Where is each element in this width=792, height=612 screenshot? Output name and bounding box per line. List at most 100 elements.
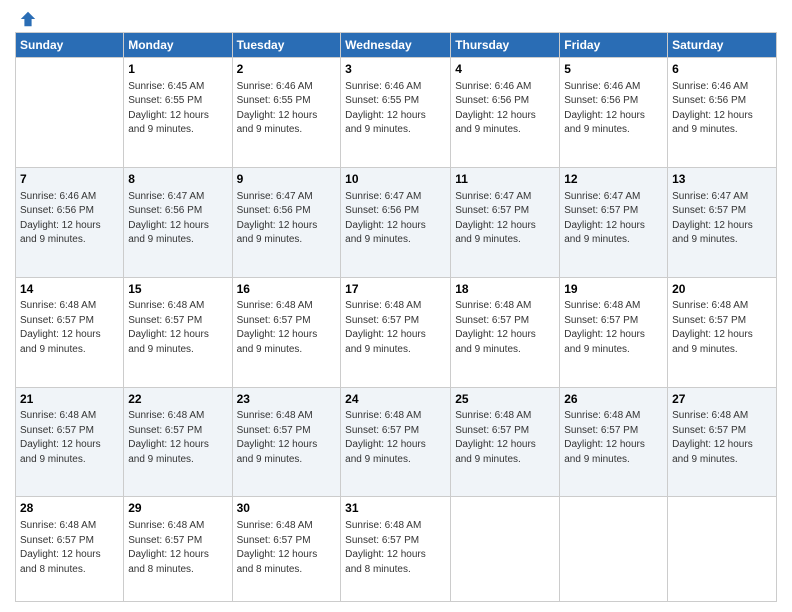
calendar-cell [16,58,124,168]
day-number: 26 [564,391,663,408]
day-info: Sunrise: 6:47 AMSunset: 6:56 PMDaylight:… [128,190,227,248]
day-info: Sunrise: 6:48 AMSunset: 6:57 PMDaylight:… [672,299,772,357]
calendar-cell: 5Sunrise: 6:46 AMSunset: 6:56 PMDaylight… [560,58,668,168]
day-info: Sunrise: 6:47 AMSunset: 6:56 PMDaylight:… [237,190,337,248]
day-number: 21 [20,391,119,408]
day-number: 14 [20,281,119,298]
day-number: 13 [672,171,772,188]
day-number: 25 [455,391,555,408]
day-info: Sunrise: 6:48 AMSunset: 6:57 PMDaylight:… [564,409,663,467]
day-info: Sunrise: 6:48 AMSunset: 6:57 PMDaylight:… [20,519,119,577]
calendar-cell: 19Sunrise: 6:48 AMSunset: 6:57 PMDayligh… [560,277,668,387]
day-info: Sunrise: 6:48 AMSunset: 6:57 PMDaylight:… [237,299,337,357]
header-row: SundayMondayTuesdayWednesdayThursdayFrid… [16,33,777,58]
day-info: Sunrise: 6:46 AMSunset: 6:56 PMDaylight:… [20,190,119,248]
calendar-cell: 27Sunrise: 6:48 AMSunset: 6:57 PMDayligh… [668,387,777,497]
calendar-cell: 26Sunrise: 6:48 AMSunset: 6:57 PMDayligh… [560,387,668,497]
week-row-3: 14 Sunrise: 6:48 AMSunset: 6:57 PMDayligh… [16,277,777,387]
day-number: 27 [672,391,772,408]
day-number: 2 [237,61,337,78]
calendar-cell: 25Sunrise: 6:48 AMSunset: 6:57 PMDayligh… [451,387,560,497]
header-day-thursday: Thursday [451,33,560,58]
calendar-cell: 12 Sunrise: 6:47 AMSunset: 6:57 PMDayligh… [560,167,668,277]
calendar-cell: 14Sunrise: 6:48 AMSunset: 6:57 PMDayligh… [16,277,124,387]
day-number: 11 [455,171,555,188]
day-info: Sunrise: 6:46 AMSunset: 6:55 PMDaylight:… [345,80,446,138]
day-number: 15 [128,281,227,298]
day-info: Sunrise: 6:48 AMSunset: 6:57 PMDaylight:… [128,299,227,357]
day-number: 7 [20,171,119,188]
header-day-wednesday: Wednesday [341,33,451,58]
calendar-cell: 16Sunrise: 6:48 AMSunset: 6:57 PMDayligh… [232,277,341,387]
header-day-friday: Friday [560,33,668,58]
day-number: 28 [20,500,119,517]
day-info: Sunrise: 6:48 AMSunset: 6:57 PMDaylight:… [672,409,772,467]
day-number: 8 [128,171,227,188]
day-number: 18 [455,281,555,298]
header-day-sunday: Sunday [16,33,124,58]
calendar-cell: 1 Sunrise: 6:45 AMSunset: 6:55 PMDaylight… [124,58,232,168]
day-info: Sunrise: 6:48 AMSunset: 6:57 PMDaylight:… [455,299,555,357]
week-row-5: 28 Sunrise: 6:48 AMSunset: 6:57 PMDayligh… [16,497,777,602]
day-info: Sunrise: 6:48 AMSunset: 6:57 PMDaylight:… [128,519,227,577]
calendar-cell: 9 Sunrise: 6:47 AMSunset: 6:56 PMDaylight… [232,167,341,277]
calendar-cell: 13 Sunrise: 6:47 AMSunset: 6:57 PMDayligh… [668,167,777,277]
logo-icon [19,10,37,28]
calendar-cell: 30Sunrise: 6:48 AMSunset: 6:57 PMDayligh… [232,497,341,602]
calendar-cell: 7 Sunrise: 6:46 AMSunset: 6:56 PMDaylight… [16,167,124,277]
day-info: Sunrise: 6:47 AMSunset: 6:57 PMDaylight:… [455,190,555,248]
calendar-cell: 22Sunrise: 6:48 AMSunset: 6:57 PMDayligh… [124,387,232,497]
calendar-cell: 4 Sunrise: 6:46 AMSunset: 6:56 PMDaylight… [451,58,560,168]
day-number: 23 [237,391,337,408]
day-number: 22 [128,391,227,408]
header-day-tuesday: Tuesday [232,33,341,58]
calendar-cell: 2 Sunrise: 6:46 AMSunset: 6:55 PMDaylight… [232,58,341,168]
day-info: Sunrise: 6:45 AMSunset: 6:55 PMDaylight:… [128,80,227,138]
day-number: 31 [345,500,446,517]
day-number: 20 [672,281,772,298]
calendar-table: SundayMondayTuesdayWednesdayThursdayFrid… [15,32,777,602]
day-number: 9 [237,171,337,188]
day-info: Sunrise: 6:47 AMSunset: 6:57 PMDaylight:… [564,190,663,248]
calendar-cell: 18Sunrise: 6:48 AMSunset: 6:57 PMDayligh… [451,277,560,387]
calendar-cell: 17Sunrise: 6:48 AMSunset: 6:57 PMDayligh… [341,277,451,387]
calendar-cell: 20Sunrise: 6:48 AMSunset: 6:57 PMDayligh… [668,277,777,387]
day-number: 16 [237,281,337,298]
calendar-cell: 31 Sunrise: 6:48 AMSunset: 6:57 PMDayligh… [341,497,451,602]
calendar-cell: 8 Sunrise: 6:47 AMSunset: 6:56 PMDaylight… [124,167,232,277]
day-info: Sunrise: 6:48 AMSunset: 6:57 PMDaylight:… [128,409,227,467]
calendar-cell: 24Sunrise: 6:48 AMSunset: 6:57 PMDayligh… [341,387,451,497]
day-info: Sunrise: 6:48 AMSunset: 6:57 PMDaylight:… [345,299,446,357]
day-number: 19 [564,281,663,298]
header [15,10,777,24]
calendar-cell: 6Sunrise: 6:46 AMSunset: 6:56 PMDaylight… [668,58,777,168]
calendar-cell [668,497,777,602]
day-number: 1 [128,61,227,78]
day-number: 4 [455,61,555,78]
calendar-cell [451,497,560,602]
day-info: Sunrise: 6:47 AMSunset: 6:57 PMDaylight:… [672,190,772,248]
day-number: 5 [564,61,663,78]
week-row-4: 21Sunrise: 6:48 AMSunset: 6:57 PMDayligh… [16,387,777,497]
day-info: Sunrise: 6:46 AMSunset: 6:56 PMDaylight:… [672,80,772,138]
day-info: Sunrise: 6:46 AMSunset: 6:55 PMDaylight:… [237,80,337,138]
day-info: Sunrise: 6:48 AMSunset: 6:57 PMDaylight:… [20,409,119,467]
day-number: 12 [564,171,663,188]
day-info: Sunrise: 6:48 AMSunset: 6:57 PMDaylight:… [455,409,555,467]
calendar-cell: 28 Sunrise: 6:48 AMSunset: 6:57 PMDayligh… [16,497,124,602]
day-info: Sunrise: 6:48 AMSunset: 6:57 PMDaylight:… [345,519,446,577]
day-info: Sunrise: 6:48 AMSunset: 6:57 PMDaylight:… [564,299,663,357]
calendar-cell: 10Sunrise: 6:47 AMSunset: 6:56 PMDayligh… [341,167,451,277]
week-row-1: 1 Sunrise: 6:45 AMSunset: 6:55 PMDaylight… [16,58,777,168]
day-number: 30 [237,500,337,517]
day-number: 3 [345,61,446,78]
calendar-cell: 29Sunrise: 6:48 AMSunset: 6:57 PMDayligh… [124,497,232,602]
calendar-cell: 23Sunrise: 6:48 AMSunset: 6:57 PMDayligh… [232,387,341,497]
calendar-cell: 11 Sunrise: 6:47 AMSunset: 6:57 PMDayligh… [451,167,560,277]
day-number: 17 [345,281,446,298]
day-number: 24 [345,391,446,408]
calendar-cell: 15Sunrise: 6:48 AMSunset: 6:57 PMDayligh… [124,277,232,387]
day-info: Sunrise: 6:46 AMSunset: 6:56 PMDaylight:… [455,80,555,138]
calendar-cell: 21Sunrise: 6:48 AMSunset: 6:57 PMDayligh… [16,387,124,497]
day-info: Sunrise: 6:48 AMSunset: 6:57 PMDaylight:… [237,409,337,467]
